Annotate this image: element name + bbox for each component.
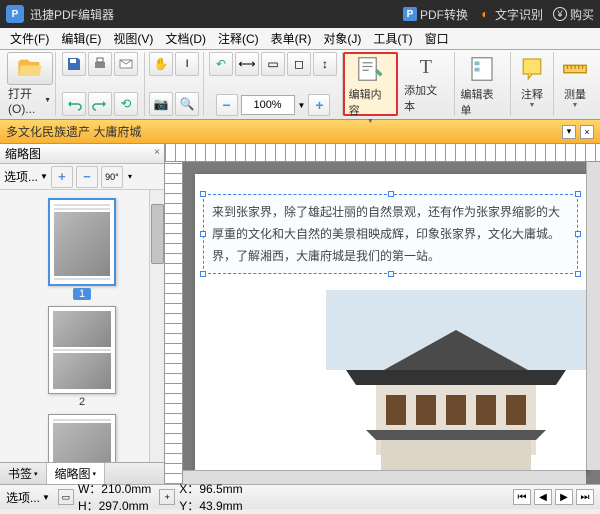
annotate-button[interactable]: 注释 ▼ <box>511 52 554 116</box>
vertical-scrollbar[interactable] <box>586 162 600 470</box>
add-text-icon: T <box>420 56 432 79</box>
select-tool-button[interactable]: I <box>175 52 199 76</box>
horizontal-ruler <box>165 144 600 162</box>
menu-tools[interactable]: 工具(T) <box>367 28 418 49</box>
thumbnail-page-3[interactable]: 3 <box>44 414 120 462</box>
app-title: 迅捷PDF编辑器 <box>30 6 403 23</box>
email-button[interactable] <box>114 52 138 76</box>
open-label: 打开(O)... <box>8 85 43 116</box>
menu-bar: 文件(F) 编辑(E) 视图(V) 文档(D) 注释(C) 表单(R) 对象(J… <box>0 28 600 50</box>
zoom-out-button[interactable]: − <box>216 94 238 116</box>
thumbnail-scrollbar[interactable] <box>149 190 164 462</box>
prev-page-button[interactable]: ◀ <box>534 489 552 505</box>
open-button[interactable] <box>7 52 53 85</box>
resize-handle[interactable] <box>388 191 394 197</box>
cursor-x-value: 96.5mm <box>199 482 242 496</box>
edit-content-icon <box>355 54 385 84</box>
fit-width-button[interactable]: ⟷ <box>235 52 259 76</box>
menu-window[interactable]: 窗口 <box>419 28 455 49</box>
selected-text-frame[interactable]: 来到张家界，除了雄起壮丽的自然景观，还有作为张家界缩影的大 厚重的文化和大自然的… <box>203 194 578 274</box>
resize-handle[interactable] <box>575 191 581 197</box>
toolbar: 打开(O)...▼ ⟲ ✋ I 📷 🔍 ↶ ⟷ ▭ ◻ ↕ <box>0 50 600 120</box>
menu-object[interactable]: 对象(J) <box>317 28 367 49</box>
menu-file[interactable]: 文件(F) <box>4 28 55 49</box>
edit-content-button[interactable]: 编辑内容 ▼ <box>343 52 398 116</box>
edit-form-button[interactable]: 编辑表单 <box>455 52 511 116</box>
text-line: 界，了解湘西，大庸府城是我们的第一站。 <box>212 249 440 263</box>
sidebar-header: 缩略图 × <box>0 144 164 164</box>
document-tab[interactable]: 多文化民族遗产 大庸府城 <box>6 123 562 140</box>
sidebar-options-button[interactable]: 选项...▼ <box>4 168 48 185</box>
ruler-icon <box>560 54 590 84</box>
print-button[interactable] <box>88 52 112 76</box>
status-bar: 选项...▼ ▭ W：210.0mm H：297.0mm + X：96.5mm … <box>0 484 600 509</box>
resize-handle[interactable] <box>388 271 394 277</box>
page-size-icon: ▭ <box>58 489 74 505</box>
add-text-button[interactable]: T 添加文本 <box>398 52 454 116</box>
next-page-button[interactable]: ▶ <box>555 489 573 505</box>
resize-handle[interactable] <box>200 271 206 277</box>
thumb-rotate-button[interactable]: 90° <box>101 166 123 188</box>
first-page-button[interactable]: ⏮ <box>513 489 531 505</box>
resize-handle[interactable] <box>200 191 206 197</box>
snapshot-button[interactable]: 📷 <box>149 92 173 116</box>
title-bar: P 迅捷PDF编辑器 PPDF转换 ◐文字识别 ¥购买 <box>0 0 600 28</box>
text-line: 来到张家界，除了雄起壮丽的自然景观，还有作为张家界缩影的大 <box>212 205 560 219</box>
tab-dropdown-button[interactable]: ▾ <box>562 125 576 139</box>
cursor-y-value: 43.9mm <box>199 499 242 513</box>
menu-document[interactable]: 文档(D) <box>159 28 212 49</box>
vertical-ruler <box>165 162 183 484</box>
menu-view[interactable]: 视图(V) <box>107 28 159 49</box>
hand-tool-button[interactable]: ✋ <box>149 52 173 76</box>
document-tab-bar: 多文化民族遗产 大庸府城 ▾ × <box>0 120 600 144</box>
last-page-button[interactable]: ⏭ <box>576 489 594 505</box>
horizontal-scrollbar[interactable] <box>183 470 586 484</box>
undo-button[interactable] <box>62 92 86 116</box>
save-button[interactable] <box>62 52 86 76</box>
resize-handle[interactable] <box>200 231 206 237</box>
sidebar-close-button[interactable]: × <box>154 147 160 158</box>
thumbnail-page-2[interactable]: 2 <box>44 306 120 408</box>
folder-open-icon <box>16 55 44 83</box>
buy-button[interactable]: ¥购买 <box>553 6 594 23</box>
resize-handle[interactable] <box>575 231 581 237</box>
refresh-button[interactable]: ⟲ <box>114 92 138 116</box>
fit-page-button[interactable]: ▭ <box>261 52 285 76</box>
menu-annotate[interactable]: 注释(C) <box>212 28 265 49</box>
building-image <box>326 290 586 470</box>
cursor-pos-icon: + <box>159 489 175 505</box>
redo-button[interactable] <box>88 92 112 116</box>
page-height-value: 297.0mm <box>99 499 149 513</box>
tab-close-button[interactable]: × <box>580 125 594 139</box>
measure-button[interactable]: 测量 ▼ <box>554 52 596 116</box>
text-line: 厚重的文化和大自然的美景相映成辉，印象张家界，文化大庸城。 <box>212 227 560 241</box>
sidebar: 缩略图 × 选项...▼ + − 90° ▾ 1 2 3 <box>0 144 165 484</box>
menu-edit[interactable]: 编辑(E) <box>55 28 107 49</box>
search-button[interactable]: 🔍 <box>175 92 199 116</box>
page-canvas[interactable]: 来到张家界，除了雄起壮丽的自然景观，还有作为张家界缩影的大 厚重的文化和大自然的… <box>195 174 586 470</box>
document-area: 来到张家界，除了雄起壮丽的自然景观，还有作为张家界缩影的大 厚重的文化和大自然的… <box>165 144 600 484</box>
status-options-button[interactable]: 选项...▼ <box>6 489 50 506</box>
sidebar-tab-bookmark[interactable]: 书签▾ <box>0 463 47 484</box>
menu-form[interactable]: 表单(R) <box>265 28 318 49</box>
resize-handle[interactable] <box>575 271 581 277</box>
fit-height-button[interactable]: ↕ <box>313 52 337 76</box>
pdf-convert-button[interactable]: PPDF转换 <box>403 6 468 23</box>
page-width-value: 210.0mm <box>101 482 151 496</box>
app-logo-icon: P <box>6 5 24 23</box>
thumbnail-list: 1 2 3 <box>0 190 164 462</box>
thumb-zoom-out-button[interactable]: − <box>76 166 98 188</box>
zoom-input[interactable] <box>241 95 295 115</box>
form-icon <box>467 54 497 84</box>
thumbnail-page-1[interactable]: 1 <box>44 198 120 300</box>
zoom-in-button[interactable]: + <box>308 94 330 116</box>
thumb-more-icon[interactable]: ▾ <box>128 172 132 181</box>
rotate-left-button[interactable]: ↶ <box>209 52 233 76</box>
actual-size-button[interactable]: ◻ <box>287 52 311 76</box>
ocr-button[interactable]: ◐文字识别 <box>478 6 543 23</box>
note-icon <box>517 54 547 84</box>
thumb-zoom-in-button[interactable]: + <box>51 166 73 188</box>
